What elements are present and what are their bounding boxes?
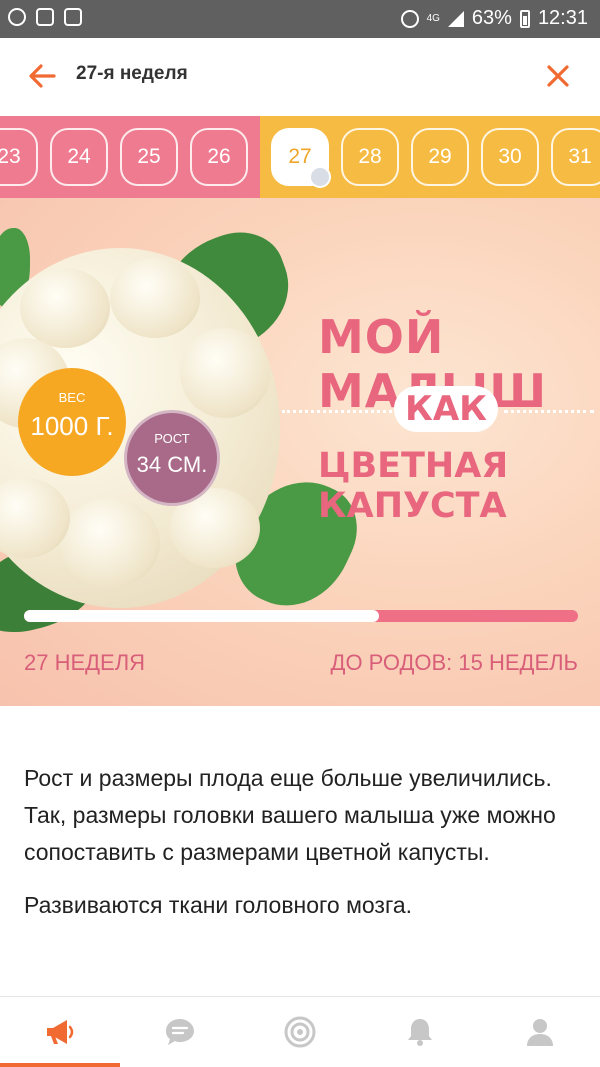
article-paragraph: Рост и размеры плода еще больше увеличил… — [24, 765, 556, 865]
battery-percent: 63% — [471, 7, 512, 29]
week-item-30[interactable]: 30 — [481, 128, 539, 186]
signal-icon — [447, 10, 464, 27]
app-bar: 27-я неделя — [0, 38, 600, 116]
status-bar: 4G 63% 12:31 — [0, 0, 600, 38]
progress-fill — [24, 610, 379, 622]
bell-icon — [408, 1019, 432, 1046]
nav-item-news[interactable] — [0, 997, 120, 1067]
floret-shape — [180, 328, 270, 418]
alarm-icon — [400, 9, 419, 28]
nav-item-target[interactable] — [240, 997, 360, 1067]
notification-icons — [8, 8, 82, 26]
floret-shape — [60, 498, 160, 588]
height-value: 34 СМ. — [136, 452, 208, 477]
chat-icon — [166, 1019, 194, 1045]
week-banner: ВЕС 1000 Г. РОСТ 34 СМ. МОЙ МАЛЫШ КАК ЦВ… — [0, 198, 600, 706]
pregnancy-progress-bar — [24, 610, 578, 622]
clock: 12:31 — [537, 7, 588, 29]
app-notification-icon — [64, 8, 82, 26]
floret-shape — [20, 268, 110, 348]
height-badge: РОСТ 34 СМ. — [124, 410, 220, 506]
nav-item-notifications[interactable] — [360, 997, 480, 1067]
article-body: Рост и размеры плода еще больше увеличил… — [24, 760, 584, 940]
week-item-28[interactable]: 28 — [341, 128, 399, 186]
battery-icon — [519, 9, 530, 28]
megaphone-icon — [47, 1020, 74, 1044]
profile-icon — [527, 1019, 553, 1046]
target-icon — [284, 1016, 316, 1048]
height-label: РОСТ — [154, 431, 190, 446]
bottom-navigation — [0, 996, 600, 1067]
nav-item-profile[interactable] — [480, 997, 600, 1067]
banner-subject: ЦВЕТНАЯ КАПУСТА — [318, 446, 509, 526]
instagram-icon — [36, 8, 54, 26]
weight-label: ВЕС — [58, 390, 86, 405]
back-button[interactable] — [24, 58, 60, 94]
avatar — [309, 166, 331, 188]
floret-shape — [110, 258, 200, 338]
system-icons: 4G 63% 12:31 — [400, 7, 588, 30]
week-selector: 23 24 25 26 27 28 29 30 31 — [0, 116, 600, 198]
sync-icon — [8, 8, 26, 26]
page-title: 27-я неделя — [76, 63, 188, 84]
nav-item-chat[interactable] — [120, 997, 240, 1067]
network-type: 4G — [426, 12, 440, 24]
week-item-26[interactable]: 26 — [190, 128, 248, 186]
week-item-23[interactable]: 23 — [0, 128, 38, 186]
close-icon — [547, 65, 569, 87]
article-paragraph: Развиваются ткани головного мозга. — [24, 892, 413, 918]
weight-badge: ВЕС 1000 Г. — [18, 368, 126, 476]
banner-connector: КАК — [394, 386, 498, 432]
current-week-label: 27 НЕДЕЛЯ — [24, 650, 146, 675]
arrow-left-icon — [29, 64, 56, 88]
weeks-until-birth-label: ДО РОДОВ: 15 НЕДЕЛЬ — [330, 650, 578, 675]
weight-value: 1000 Г. — [30, 411, 114, 441]
close-button[interactable] — [540, 58, 576, 94]
week-item-31[interactable]: 31 — [551, 128, 600, 186]
dotted-divider — [282, 410, 392, 413]
week-item-29[interactable]: 29 — [411, 128, 469, 186]
week-item-25[interactable]: 25 — [120, 128, 178, 186]
week-item-24[interactable]: 24 — [50, 128, 108, 186]
dotted-divider — [504, 410, 594, 413]
